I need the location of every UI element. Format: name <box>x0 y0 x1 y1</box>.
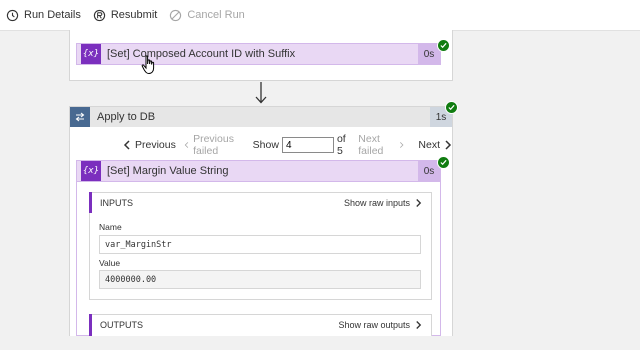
inputs-header: INPUTS Show raw inputs <box>89 192 432 213</box>
resubmit-icon <box>93 9 106 21</box>
cancel-run-button[interactable]: Cancel Run <box>169 9 245 22</box>
chevron-left-icon <box>123 140 130 150</box>
apply-to-each-title: Apply to DB <box>97 111 156 123</box>
previous-failed-label: Previous failed <box>193 133 234 157</box>
inputs-heading: INPUTS <box>100 197 134 208</box>
success-check-icon <box>445 101 458 114</box>
outputs-heading: OUTPUTS <box>100 320 144 330</box>
value-field-label: Value <box>99 258 121 268</box>
canvas-bottom <box>0 336 640 350</box>
show-label: Show <box>252 139 279 151</box>
command-bar: Run Details Resubmit Cancel Run <box>0 0 640 31</box>
iteration-pager: Previous Previous failed Show of 5 Next … <box>70 133 452 157</box>
action-title: [Set] Margin Value String <box>107 165 229 177</box>
action-header-composed-account-id[interactable]: {x} [Set] Composed Account ID with Suffi… <box>76 43 441 65</box>
cancel-icon <box>170 9 182 21</box>
chevron-left-icon <box>184 142 189 148</box>
show-raw-inputs-label: Show raw inputs <box>343 197 410 208</box>
variable-icon: {x} <box>81 44 101 64</box>
connector-arrow-icon <box>255 82 267 104</box>
show-raw-outputs-link[interactable]: Show raw outputs <box>338 320 422 330</box>
next-failed-button[interactable]: Next failed <box>358 133 404 157</box>
action-title: [Set] Composed Account ID with Suffix <box>107 48 296 60</box>
next-failed-label: Next failed <box>358 133 384 157</box>
previous-failed-button[interactable]: Previous failed <box>184 133 245 157</box>
chevron-right-icon <box>416 198 422 207</box>
outputs-header: OUTPUTS Show raw outputs <box>89 314 432 336</box>
show-raw-inputs-link[interactable]: Show raw inputs <box>344 198 422 208</box>
value-field-value: 4000000.00 <box>99 270 421 289</box>
run-details-label: Run Details <box>24 9 81 21</box>
chevron-right-icon <box>400 142 404 148</box>
success-check-icon <box>437 39 450 52</box>
name-field-label: Name <box>99 222 122 232</box>
resubmit-label: Resubmit <box>110 9 158 21</box>
loop-icon <box>70 107 90 127</box>
show-raw-outputs-label: Show raw outputs <box>338 320 410 330</box>
apply-to-each-header[interactable]: Apply to DB 1s <box>70 107 452 127</box>
action-header-margin-value-string[interactable]: {x} [Set] Margin Value String 0s <box>76 160 441 182</box>
chevron-right-icon <box>445 140 452 150</box>
variable-icon: {x} <box>81 161 101 181</box>
next-label: Next <box>418 139 440 151</box>
chevron-right-icon <box>416 321 422 329</box>
next-button[interactable]: Next <box>418 139 452 151</box>
previous-label: Previous <box>135 139 176 151</box>
previous-button[interactable]: Previous <box>123 139 176 151</box>
canvas-gutter <box>0 31 6 350</box>
iteration-number-input[interactable] <box>281 137 334 153</box>
hand-cursor-icon <box>141 55 155 75</box>
history-icon <box>6 9 19 21</box>
name-field-value: var_MarginStr <box>99 235 421 254</box>
resubmit-button[interactable]: Resubmit <box>93 9 157 22</box>
of-total-label: of 5 <box>336 133 346 157</box>
cancel-run-label: Cancel Run <box>187 9 245 21</box>
success-check-icon <box>437 156 450 169</box>
run-details-button[interactable]: Run Details <box>6 9 81 22</box>
